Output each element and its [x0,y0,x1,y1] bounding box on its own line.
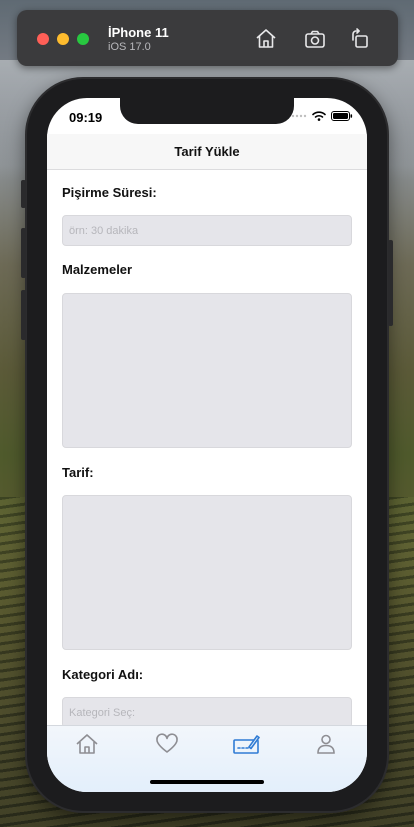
person-icon [317,734,335,754]
close-window-button[interactable] [37,33,49,45]
tab-profile[interactable] [312,732,340,756]
category-label: Kategori Adı: [62,667,144,682]
tab-upload-recipe[interactable] [232,732,260,756]
screenshot-icon[interactable] [303,27,327,51]
os-version: iOS 17.0 [108,41,151,53]
tab-bar [47,725,367,792]
recipe-label: Tarif: [62,465,94,480]
volume-down-button [21,290,26,340]
cook-time-input[interactable] [62,215,352,246]
notch [120,98,294,124]
rotate-icon[interactable] [348,27,372,51]
home-indicator [150,780,264,784]
heart-icon [156,733,178,753]
wifi-icon [312,111,326,121]
status-time: 09:19 [69,110,103,125]
house-icon [76,734,98,754]
cook-time-label: Pişirme Süresi: [62,185,157,200]
volume-up-button [21,228,26,278]
battery-icon [331,111,353,121]
ingredients-label: Malzemeler [62,262,133,277]
power-button [388,240,393,326]
home-icon[interactable] [254,27,278,51]
zoom-window-button[interactable] [77,33,89,45]
minimize-window-button[interactable] [57,33,69,45]
navigation-bar: Tarif Yükle [47,134,367,170]
cellular-signal-icon [291,114,307,118]
category-select[interactable] [62,697,352,728]
signature-icon [233,735,260,754]
tab-favorites[interactable] [153,732,181,756]
device-name: İPhone 11 [108,25,169,40]
simulator-title-bar: İPhone 11 iOS 17.0 [17,10,398,66]
mute-switch [21,180,26,208]
tab-home[interactable] [73,732,101,756]
ingredients-textarea[interactable] [62,293,352,448]
phone-screen: 09:19 Tarif Yükle Pişirme Süresi: Malzem… [47,98,367,792]
status-icons [291,111,353,121]
recipe-textarea[interactable] [62,495,352,650]
page-title: Tarif Yükle [174,144,240,159]
